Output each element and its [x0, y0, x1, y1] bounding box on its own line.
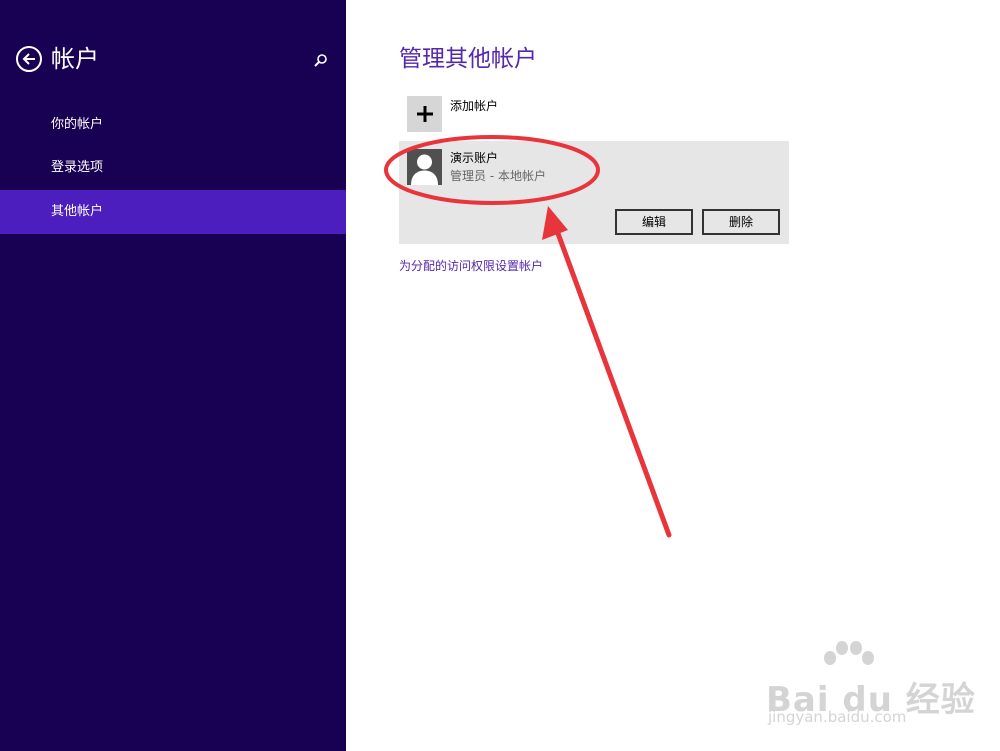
watermark-url: jingyan.baidu.com	[768, 708, 907, 726]
delete-button[interactable]: 删除	[702, 209, 780, 235]
account-card[interactable]: 演示账户 管理员 - 本地帐户 编辑 删除	[399, 141, 789, 244]
plus-icon	[407, 96, 442, 132]
sidebar-item-your-account[interactable]: 你的帐户	[0, 103, 346, 147]
account-name: 演示账户	[450, 151, 499, 165]
page-title: 管理其他帐户	[399, 46, 537, 72]
sidebar-title: 帐户	[51, 45, 99, 73]
back-arrow-icon[interactable]	[16, 46, 42, 72]
annotation-arrow-shaft	[553, 225, 672, 538]
search-icon[interactable]	[312, 52, 330, 70]
sidebar: 帐户 你的帐户 登录选项 其他帐户	[0, 0, 346, 751]
assigned-access-link[interactable]: 为分配的访问权限设置帐户	[399, 257, 543, 275]
add-account-label: 添加帐户	[450, 99, 499, 113]
baidu-watermark: Bai du 经验 jingyan.baidu.com	[762, 640, 975, 730]
sidebar-item-sign-in-options[interactable]: 登录选项	[0, 146, 346, 190]
account-type: 管理员 - 本地帐户	[450, 169, 546, 183]
user-silhouette-icon	[407, 149, 442, 185]
sidebar-item-other-accounts[interactable]: 其他帐户	[0, 190, 346, 234]
edit-button[interactable]: 编辑	[615, 209, 693, 235]
